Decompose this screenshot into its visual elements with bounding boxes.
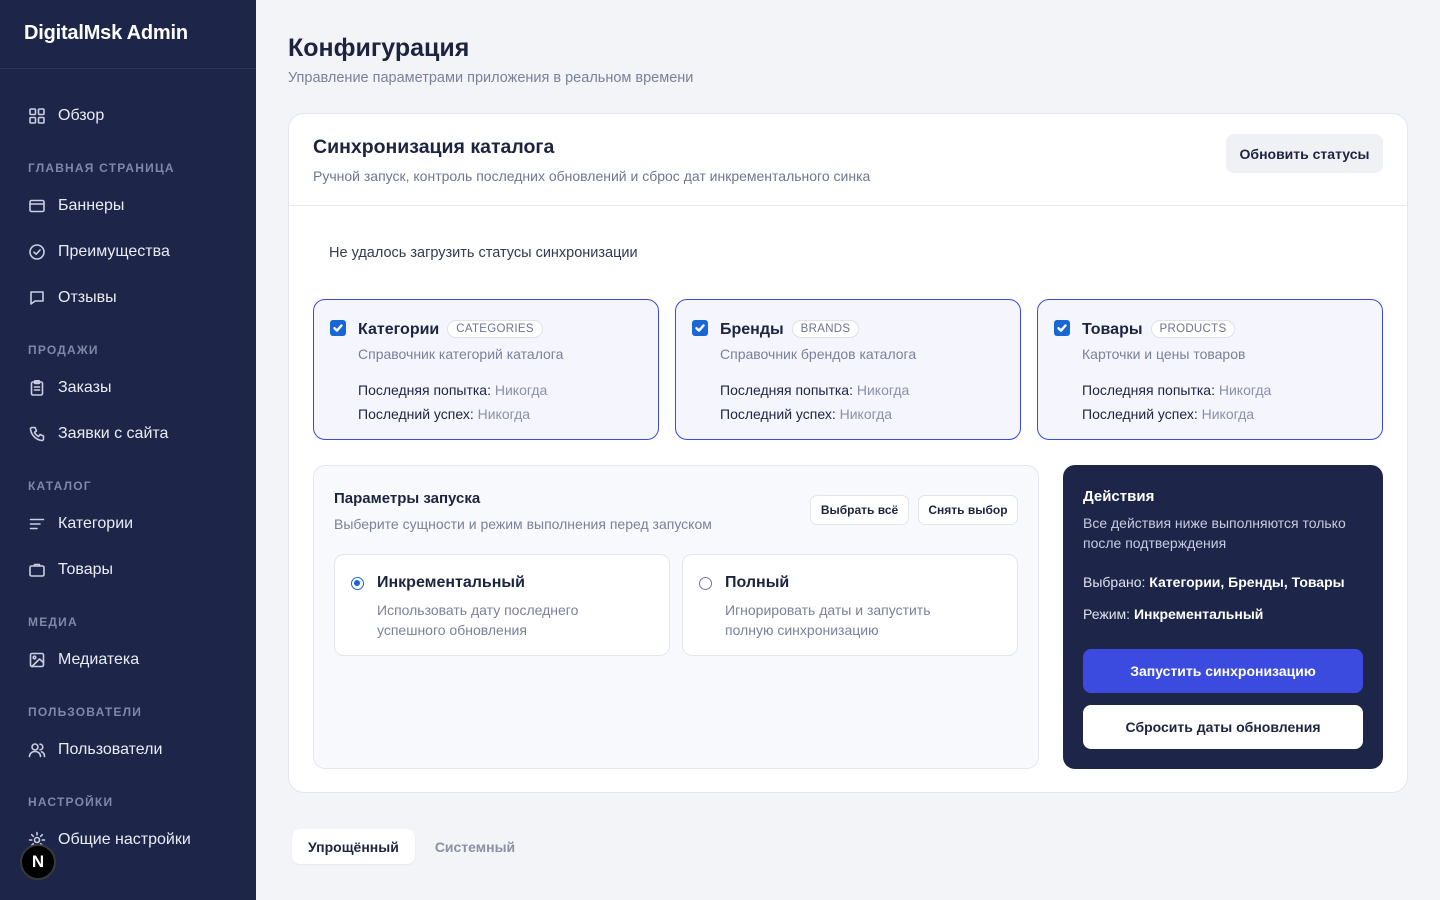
entity-last-success: Последний успех: Никогда bbox=[1082, 406, 1255, 422]
entity-last-attempt: Последняя попытка: Никогда bbox=[1082, 382, 1272, 398]
reset-dates-button[interactable]: Сбросить даты обновления bbox=[1083, 705, 1363, 749]
mode-summary: Режим: Инкрементальный bbox=[1083, 606, 1264, 622]
sidebar-item-label: Категории bbox=[58, 515, 134, 532]
selected-summary: Выбрано: Категории, Бренды, Товары bbox=[1083, 574, 1345, 590]
check-icon bbox=[695, 324, 705, 332]
sidebar-item-overview[interactable]: Обзор bbox=[0, 93, 256, 139]
entity-name: Товары PRODUCTS bbox=[1082, 320, 1236, 339]
entity-code-badge: CATEGORIES bbox=[447, 320, 543, 338]
image-icon bbox=[28, 651, 46, 669]
actions-title: Действия bbox=[1083, 488, 1155, 505]
clipboard-icon bbox=[28, 379, 46, 397]
check-icon bbox=[333, 324, 343, 332]
sidebar-item-advantages[interactable]: Преимущества bbox=[0, 229, 256, 275]
sidebar-item-banners[interactable]: Баннеры bbox=[0, 183, 256, 229]
nav-section-sales: Продажи bbox=[28, 343, 99, 357]
sidebar-item-users[interactable]: Пользователи bbox=[0, 727, 256, 773]
list-icon bbox=[28, 515, 46, 533]
mode-radio[interactable] bbox=[699, 577, 712, 590]
error-message: Не удалось загрузить статусы синхронизац… bbox=[329, 245, 638, 261]
sidebar: DigitalMsk Admin Обзор Главная страница … bbox=[0, 0, 256, 900]
users-icon bbox=[28, 741, 46, 759]
mode-option-incremental[interactable]: Инкрементальный Использовать дату послед… bbox=[334, 554, 670, 656]
sidebar-item-label: Заказы bbox=[58, 379, 112, 396]
entity-description: Справочник брендов каталога bbox=[720, 346, 917, 362]
nav-section-catalog: Каталог bbox=[28, 479, 92, 493]
credit-card-icon bbox=[28, 197, 46, 215]
page-subtitle: Управление параметрами приложения в реал… bbox=[288, 70, 694, 86]
select-all-button[interactable]: Выбрать всё bbox=[810, 495, 909, 525]
nav-section-media: Медиа bbox=[28, 615, 78, 629]
entity-code-badge: PRODUCTS bbox=[1150, 320, 1236, 338]
sidebar-item-label: Пользователи bbox=[58, 741, 163, 758]
entity-last-attempt: Последняя попытка: Никогда bbox=[358, 382, 548, 398]
entity-name: Бренды BRANDS bbox=[720, 320, 860, 339]
sidebar-item-label: Отзывы bbox=[58, 289, 117, 306]
entity-last-success: Последний успех: Никогда bbox=[720, 406, 893, 422]
sidebar-item-label: Медиатека bbox=[58, 651, 140, 668]
config-mode-tabs: Упрощённый Системный bbox=[292, 829, 535, 864]
tab-system[interactable]: Системный bbox=[419, 829, 531, 864]
sidebar-item-label: Баннеры bbox=[58, 197, 125, 214]
sidebar-item-reviews[interactable]: Отзывы bbox=[0, 275, 256, 321]
refresh-statuses-button[interactable]: Обновить статусы bbox=[1226, 134, 1383, 173]
sidebar-item-categories[interactable]: Категории bbox=[0, 501, 256, 547]
sidebar-item-label: Товары bbox=[58, 561, 114, 578]
card-header: Синхронизация каталога Ручной запуск, ко… bbox=[289, 114, 1407, 206]
run-sync-button[interactable]: Запустить синхронизацию bbox=[1083, 649, 1363, 693]
deselect-button[interactable]: Снять выбор bbox=[918, 495, 1018, 525]
entity-last-attempt: Последняя попытка: Никогда bbox=[720, 382, 910, 398]
actions-panel: Действия Все действия ниже выполняются т… bbox=[1063, 465, 1383, 769]
sidebar-item-label: Преимущества bbox=[58, 243, 170, 260]
check-icon bbox=[1057, 324, 1067, 332]
launch-params-panel: Параметры запуска Выберите сущности и ре… bbox=[313, 465, 1039, 769]
entity-card-brands[interactable]: Бренды BRANDS Справочник брендов каталога… bbox=[675, 299, 1021, 440]
mode-description: Игнорировать даты и запустить полную син… bbox=[725, 602, 931, 638]
sidebar-item-media-library[interactable]: Медиатека bbox=[0, 637, 256, 683]
tab-simple[interactable]: Упрощённый bbox=[292, 829, 415, 864]
nav-section-users: Пользователи bbox=[28, 705, 143, 719]
entity-last-success: Последний успех: Никогда bbox=[358, 406, 531, 422]
entity-card-products[interactable]: Товары PRODUCTS Карточки и цены товаров П… bbox=[1037, 299, 1383, 440]
sidebar-item-orders[interactable]: Заказы bbox=[0, 365, 256, 411]
sidebar-nav: Обзор Главная страница Баннеры Преимущес… bbox=[0, 69, 256, 863]
mode-description: Использовать дату последнего успешного о… bbox=[377, 602, 579, 638]
entity-checkbox[interactable] bbox=[330, 320, 346, 336]
params-subtitle: Выберите сущности и режим выполнения пер… bbox=[334, 516, 712, 532]
check-circle-icon bbox=[28, 243, 46, 261]
nextjs-devtools-button[interactable]: N bbox=[20, 844, 56, 880]
entity-checkbox[interactable] bbox=[1054, 320, 1070, 336]
mode-title: Полный bbox=[725, 574, 790, 591]
entity-description: Карточки и цены товаров bbox=[1082, 346, 1246, 362]
entity-card-categories[interactable]: Категории CATEGORIES Справочник категорий… bbox=[313, 299, 659, 440]
entity-checkbox[interactable] bbox=[692, 320, 708, 336]
briefcase-icon bbox=[28, 561, 46, 579]
phone-icon bbox=[28, 425, 46, 443]
message-icon bbox=[28, 289, 46, 307]
actions-description: Все действия ниже выполняются только пос… bbox=[1083, 515, 1346, 551]
nav-section-settings: Настройки bbox=[28, 795, 114, 809]
sidebar-item-label: Общие настройки bbox=[58, 831, 191, 848]
card-subtitle: Ручной запуск, контроль последних обновл… bbox=[313, 168, 871, 184]
mode-option-full[interactable]: Полный Игнорировать даты и запустить пол… bbox=[682, 554, 1018, 656]
entity-name: Категории CATEGORIES bbox=[358, 320, 543, 339]
catalog-sync-card: Синхронизация каталога Ручной запуск, ко… bbox=[288, 113, 1408, 793]
sidebar-item-label: Обзор bbox=[58, 107, 105, 124]
mode-title: Инкрементальный bbox=[377, 574, 525, 591]
mode-radio[interactable] bbox=[351, 577, 364, 590]
page-title: Конфигурация bbox=[288, 34, 470, 62]
sidebar-item-label: Заявки с сайта bbox=[58, 425, 169, 442]
sidebar-item-products[interactable]: Товары bbox=[0, 547, 256, 593]
entity-description: Справочник категорий каталога bbox=[358, 346, 564, 362]
nav-section-home: Главная страница bbox=[28, 161, 175, 175]
card-title: Синхронизация каталога bbox=[313, 136, 555, 158]
brand-logo: DigitalMsk Admin bbox=[0, 0, 256, 69]
grid-icon bbox=[28, 107, 46, 125]
entity-code-badge: BRANDS bbox=[791, 320, 860, 338]
sidebar-item-requests[interactable]: Заявки с сайта bbox=[0, 411, 256, 457]
params-title: Параметры запуска bbox=[334, 490, 481, 507]
